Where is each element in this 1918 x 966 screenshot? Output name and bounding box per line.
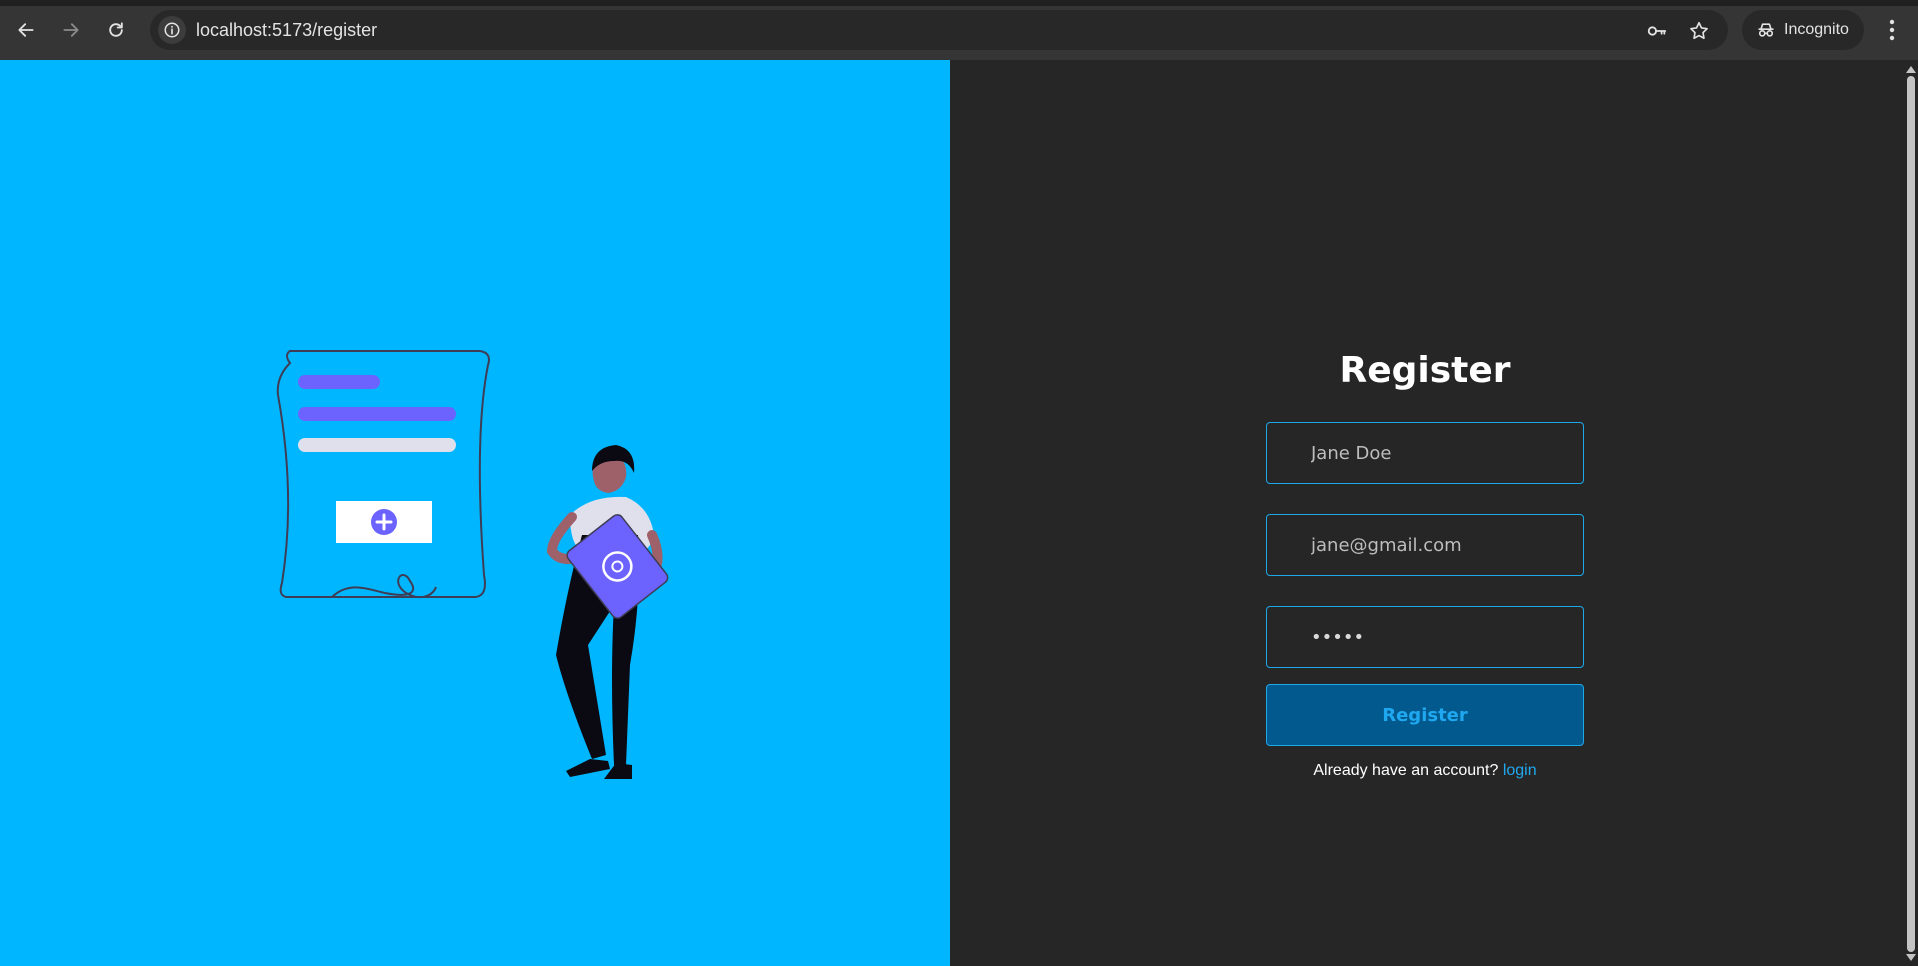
reload-icon <box>109 22 123 37</box>
url-text[interactable]: localhost:5173/register <box>196 20 377 41</box>
address-bar[interactable]: localhost:5173/register <box>150 10 1728 50</box>
form-title: Register <box>1339 350 1511 391</box>
register-page: Register Register Already have an accoun… <box>0 60 1904 966</box>
incognito-label: Incognito <box>1784 21 1849 38</box>
name-input[interactable] <box>1266 422 1584 484</box>
arrow-left-icon <box>18 23 34 37</box>
scroll-up-arrow-icon[interactable] <box>1906 66 1916 73</box>
doc-line-1 <box>298 375 380 389</box>
tab-strip <box>0 0 1918 6</box>
star-icon[interactable] <box>1688 20 1710 42</box>
person-figure <box>546 445 669 779</box>
scroll-down-arrow-icon[interactable] <box>1906 954 1916 961</box>
password-input[interactable] <box>1266 606 1584 668</box>
scroll-thumb[interactable] <box>1907 76 1915 952</box>
info-icon <box>164 22 180 38</box>
doc-line-2 <box>298 407 456 421</box>
register-button[interactable]: Register <box>1266 684 1584 746</box>
doc-line-3 <box>298 438 456 452</box>
key-icon[interactable] <box>1646 20 1668 42</box>
arrow-right-icon <box>63 23 79 37</box>
login-link[interactable]: login <box>1503 762 1537 779</box>
email-input[interactable] <box>1266 514 1584 576</box>
browser-toolbar: localhost:5173/register Incognito <box>0 0 1918 60</box>
forward-button[interactable] <box>55 14 87 46</box>
kebab-menu-icon <box>1889 19 1895 41</box>
site-info-button[interactable] <box>158 16 186 44</box>
page-scrollbar[interactable] <box>1904 60 1918 966</box>
form-panel <box>950 60 1904 966</box>
illustration-panel <box>0 60 950 966</box>
login-prompt-text: Already have an account? <box>1313 762 1503 779</box>
registration-form-illustration <box>276 350 669 779</box>
back-button[interactable] <box>10 14 42 46</box>
browser-menu-button[interactable] <box>1878 16 1906 44</box>
incognito-indicator[interactable]: Incognito <box>1742 10 1864 50</box>
login-prompt: Already have an account? login <box>1266 762 1584 780</box>
reload-button[interactable] <box>100 14 132 46</box>
incognito-icon <box>1758 23 1774 37</box>
signature-squiggle <box>331 574 437 599</box>
